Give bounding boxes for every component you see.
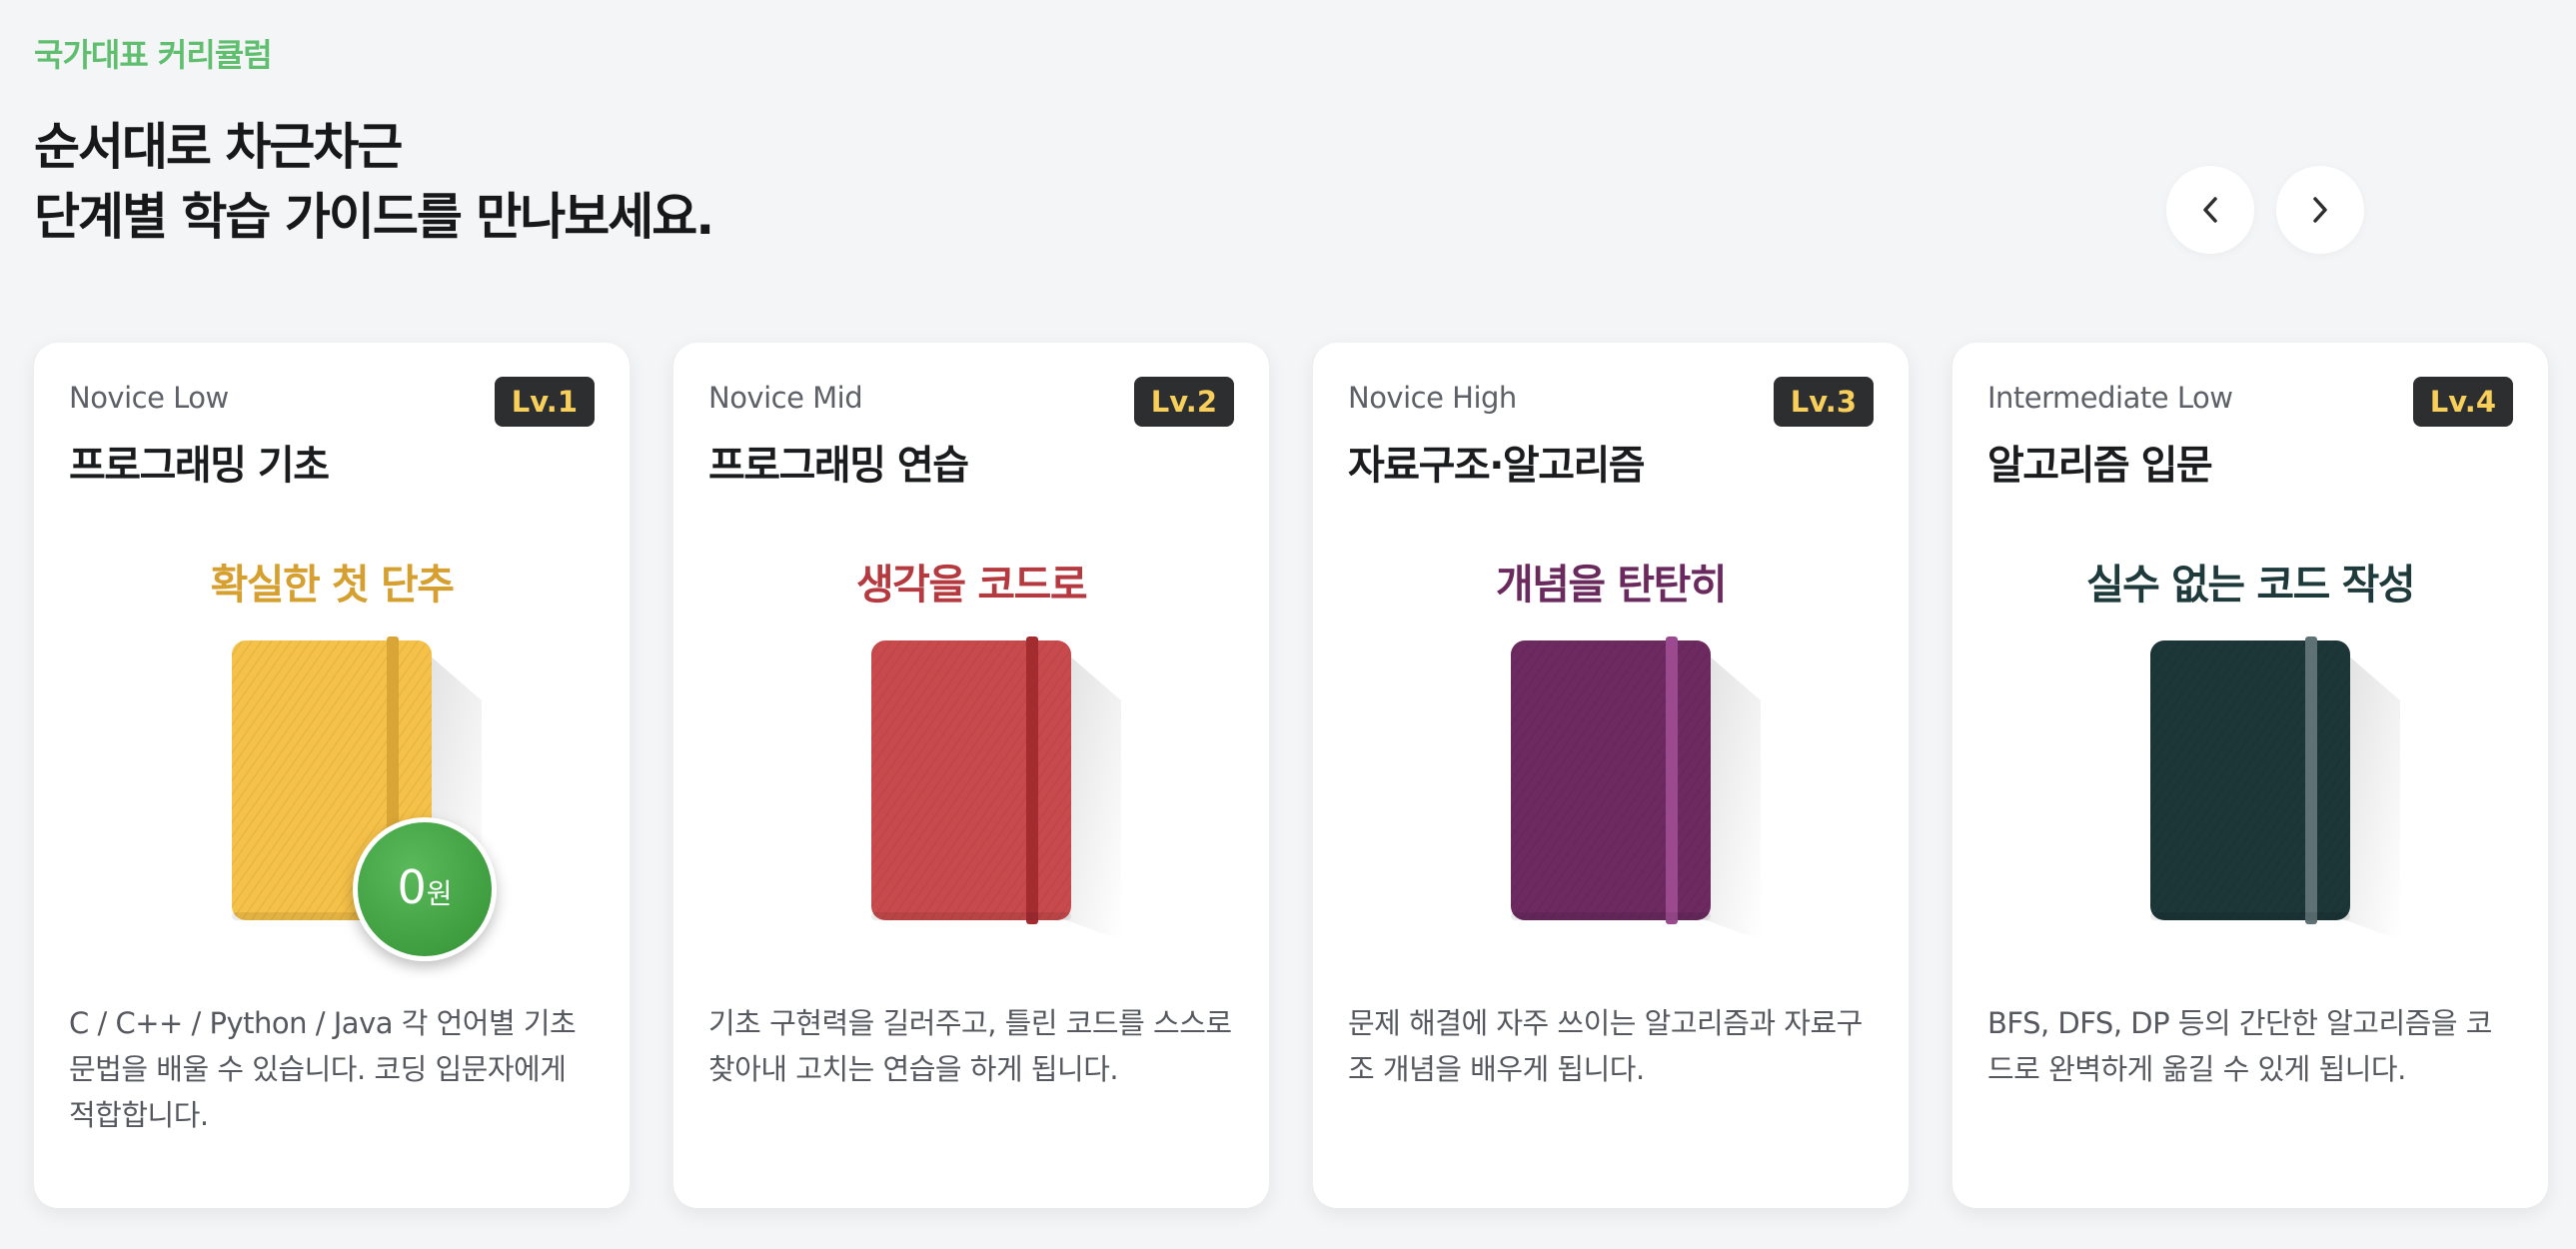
headline-line-1: 순서대로 차근차근 — [34, 118, 403, 176]
curriculum-card-lv1[interactable]: Novice Low Lv.1 프로그래밍 기초 확실한 첫 단추 0원 C /… — [34, 343, 630, 1208]
card-tagline: 확실한 첫 단추 — [210, 561, 455, 609]
card-level: Novice Low — [69, 381, 229, 415]
notebook-illustration — [871, 636, 1121, 940]
level-badge: Lv.3 — [1773, 377, 1874, 427]
card-level: Intermediate Low — [1987, 381, 2233, 415]
notebook-illustration — [2150, 636, 2400, 940]
page-headline: 순서대로 차근차근 단계별 학습 가이드를 만나보세요. — [34, 112, 714, 252]
card-title: 프로그래밍 연습 — [708, 443, 969, 489]
eyebrow-label: 국가대표 커리큘럼 — [34, 36, 273, 74]
notebook-illustration — [1511, 636, 1761, 940]
headline-line-2: 단계별 학습 가이드를 만나보세요. — [34, 188, 714, 246]
level-badge: Lv.2 — [1133, 377, 1234, 427]
card-description: 문제 해결에 자주 쓰이는 알고리즘과 자료구조 개념을 배우게 됩니다. — [1348, 1006, 1863, 1086]
card-level: Novice High — [1348, 381, 1517, 415]
level-badge: Lv.4 — [2412, 377, 2513, 427]
card-description: BFS, DFS, DP 등의 간단한 알고리즘을 코드로 완벽하게 옮길 수 … — [1987, 1006, 2492, 1086]
curriculum-card-lv4[interactable]: Intermediate Low Lv.4 알고리즘 입문 실수 없는 코드 작… — [1952, 343, 2548, 1208]
price-number: 0 — [397, 860, 427, 914]
card-title: 자료구조·알고리즘 — [1348, 443, 1646, 489]
next-button[interactable] — [2276, 166, 2364, 254]
chevron-right-icon — [2313, 197, 2327, 223]
curriculum-card-lv2[interactable]: Novice Mid Lv.2 프로그래밍 연습 생각을 코드로 기초 구현력을… — [673, 343, 1269, 1208]
card-tagline: 실수 없는 코드 작성 — [2085, 561, 2416, 609]
curriculum-card-lv3[interactable]: Novice High Lv.3 자료구조·알고리즘 개념을 탄탄히 문제 해결… — [1313, 343, 1909, 1208]
card-title: 프로그래밍 기초 — [69, 443, 330, 489]
price-badge: 0원 — [353, 817, 497, 961]
card-description: 기초 구현력을 길러주고, 틀린 코드를 스스로 찾아내 고치는 연습을 하게 … — [708, 1006, 1232, 1086]
price-unit: 원 — [426, 877, 453, 910]
prev-button[interactable] — [2166, 166, 2254, 254]
chevron-left-icon — [2203, 197, 2217, 223]
card-tagline: 개념을 탄탄히 — [1495, 561, 1728, 609]
card-level: Novice Mid — [708, 381, 863, 415]
level-badge: Lv.1 — [494, 377, 595, 427]
curriculum-card-list: Novice Low Lv.1 프로그래밍 기초 확실한 첫 단추 0원 C /… — [34, 343, 2548, 1208]
card-description: C / C++ / Python / Java 각 언어별 기초 문법을 배울 … — [69, 1006, 577, 1132]
card-title: 알고리즘 입문 — [1987, 443, 2213, 489]
card-tagline: 생각을 코드로 — [855, 561, 1088, 609]
